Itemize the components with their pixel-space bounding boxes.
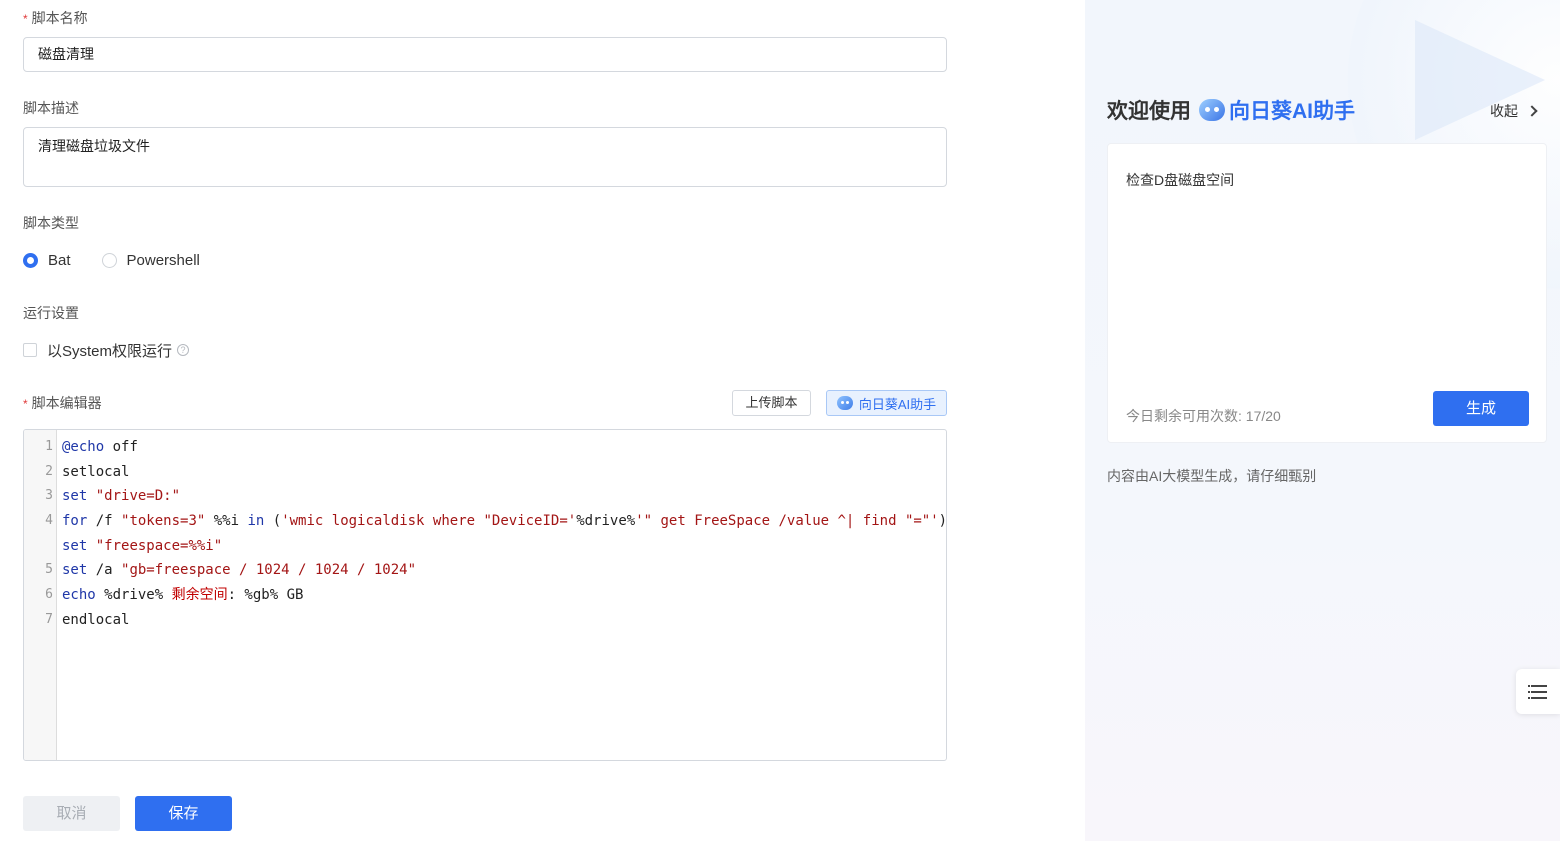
radio-unchecked-icon[interactable] [101, 252, 117, 268]
script-desc-textarea[interactable]: 清理磁盘垃圾文件 [23, 127, 947, 187]
code-line: set "freespace=%%i" [62, 537, 223, 554]
script-type-label: 脚本类型 [23, 215, 79, 231]
script-name-input[interactable]: 磁盘清理 [23, 37, 947, 72]
code-line: 7 endlocal [45, 611, 130, 628]
run-settings-label: 运行设置 [23, 305, 79, 321]
prompt-card: 检查D盘磁盘空间 今日剩余可用次数: 17/20 生成 [1107, 143, 1547, 443]
ai-assistant-panel: 欢迎使用 向日葵AI助手 收起 检查D盘磁盘空间 今日剩余可用次数: 17/20… [1085, 0, 1560, 841]
remaining-uses-text: 今日剩余可用次数: 17/20 [1126, 408, 1281, 424]
robot-icon [836, 396, 853, 410]
code-editor[interactable]: 1 @echo off 2 setlocal 3 set "drive=D:" 4 fo… [23, 429, 947, 761]
script-name-label: * 脚本名称 [23, 10, 88, 26]
script-form: * 脚本名称 磁盘清理 脚本描述 清理磁盘垃圾文件 脚本类型 Bat Powers… [0, 0, 1085, 841]
code-line: 2 setlocal [45, 463, 130, 480]
cancel-button[interactable]: 取消 [23, 796, 120, 831]
generate-button[interactable]: 生成 [1433, 391, 1529, 426]
save-button[interactable]: 保存 [135, 796, 232, 831]
list-menu-button[interactable] [1516, 669, 1560, 714]
radio-option-powershell[interactable]: Powershell [101, 252, 200, 269]
code-line: 5 set /a "gb=freespace / 1024 / 1024 / 10… [45, 562, 417, 579]
script-type-radio-group: Bat Powershell [23, 250, 231, 270]
upload-script-button[interactable]: 上传脚本 [732, 390, 811, 416]
ai-disclaimer: 内容由AI大模型生成，请仔细甄别 [1107, 468, 1317, 484]
background-decoration [1415, 20, 1545, 140]
prompt-textarea[interactable]: 检查D盘磁盘空间 [1126, 170, 1234, 190]
chevron-right-icon [1526, 105, 1538, 117]
robot-icon [1199, 99, 1225, 121]
panel-title: 欢迎使用 向日葵AI助手 [1107, 99, 1355, 123]
list-icon [1528, 685, 1547, 687]
run-as-system-option[interactable]: 以System权限运行 ? [23, 340, 190, 360]
run-as-system-checkbox[interactable] [23, 343, 37, 357]
code-line: 3 set "drive=D:" [45, 488, 181, 505]
collapse-button[interactable]: 收起 [1490, 101, 1538, 121]
ai-assistant-button[interactable]: 向日葵AI助手 [826, 390, 947, 416]
radio-option-bat[interactable]: Bat [23, 252, 71, 269]
list-icon [1528, 691, 1547, 693]
required-mark: * [23, 12, 28, 26]
help-icon[interactable]: ? [177, 344, 190, 356]
code-area[interactable]: 1 @echo off 2 setlocal 3 set "drive=D:" 4 fo… [45, 435, 947, 633]
radio-checked-icon[interactable] [23, 252, 38, 268]
script-desc-label: 脚本描述 [23, 100, 79, 116]
list-icon [1528, 697, 1547, 699]
code-line: 1 @echo off [45, 439, 138, 455]
required-mark: * [23, 397, 28, 411]
code-line: 4 for /f "tokens=3" %%i in ('wmic logical… [45, 513, 947, 530]
code-line: 6 echo %drive% 剩余空间: %gb% GB [45, 587, 304, 604]
script-editor-label: * 脚本编辑器 [23, 395, 102, 411]
